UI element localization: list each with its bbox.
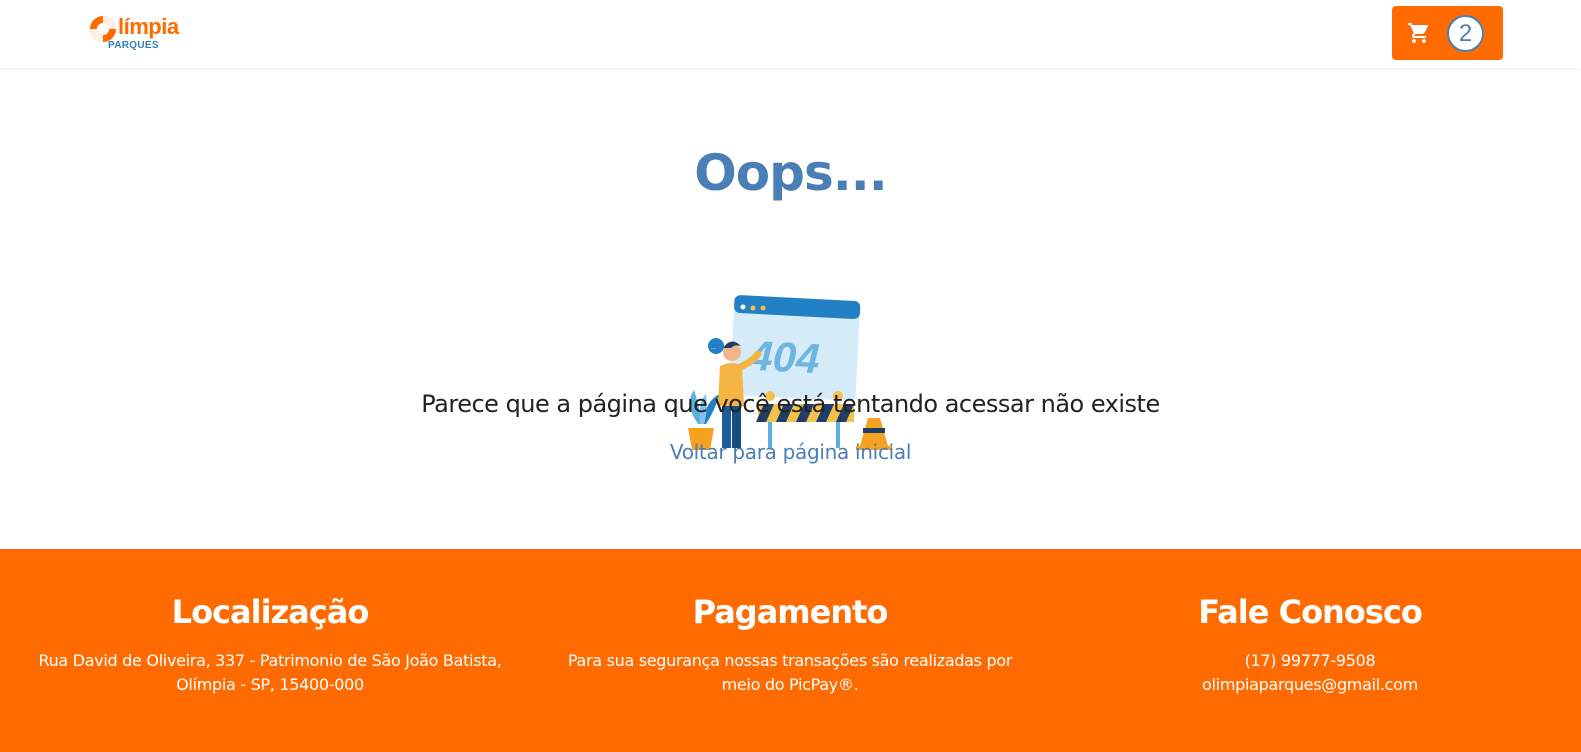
- back-to-home-link[interactable]: Voltar para página inicial: [0, 440, 1581, 464]
- payment-text-line1: Para sua segurança nossas transações são…: [567, 651, 1013, 670]
- browser-window-graphic: 404: [729, 295, 861, 401]
- olimpia-parques-logo[interactable]: límpia PARQUES: [88, 12, 198, 56]
- footer-contact-section: Fale Conosco (17) 99777-9508 olimpiaparq…: [1050, 593, 1570, 697]
- footer-location-section: Localização Rua David de Oliveira, 337 -…: [10, 593, 530, 697]
- footer-payment-section: Pagamento Para sua segurança nossas tran…: [530, 593, 1050, 697]
- top-navbar: límpia PARQUES 2: [0, 0, 1581, 68]
- cart-count-badge: 2: [1447, 15, 1484, 52]
- location-heading: Localização: [171, 593, 370, 631]
- cart-icon: [1408, 23, 1429, 43]
- not-found-content: Oops... 404 ... Parece que a página que …: [0, 68, 1581, 549]
- page-title: Oops...: [694, 144, 887, 202]
- logo-subtitle: PARQUES: [108, 40, 159, 51]
- payment-text-line2: meio do PicPay®.: [721, 675, 859, 694]
- contact-phone[interactable]: (17) 99777-9508: [1050, 649, 1570, 673]
- error-message: Parece que a página que você está tentan…: [421, 390, 1160, 418]
- location-address-line1: Rua David de Oliveira, 337 - Patrimonio …: [38, 651, 502, 670]
- logo-text: límpia: [118, 14, 179, 39]
- svg-text:...: ...: [711, 345, 716, 351]
- site-footer: Localização Rua David de Oliveira, 337 -…: [0, 549, 1581, 752]
- contact-email[interactable]: olimpiaparques@gmail.com: [1050, 673, 1570, 697]
- contact-heading: Fale Conosco: [1198, 593, 1423, 631]
- payment-heading: Pagamento: [692, 593, 889, 631]
- 404-illustration: 404 ...: [688, 295, 892, 450]
- cart-button[interactable]: 2: [1392, 6, 1503, 60]
- location-address-line2: Olímpia - SP, 15400-000: [176, 675, 364, 694]
- back-to-home-label[interactable]: Voltar para página inicial: [670, 440, 912, 464]
